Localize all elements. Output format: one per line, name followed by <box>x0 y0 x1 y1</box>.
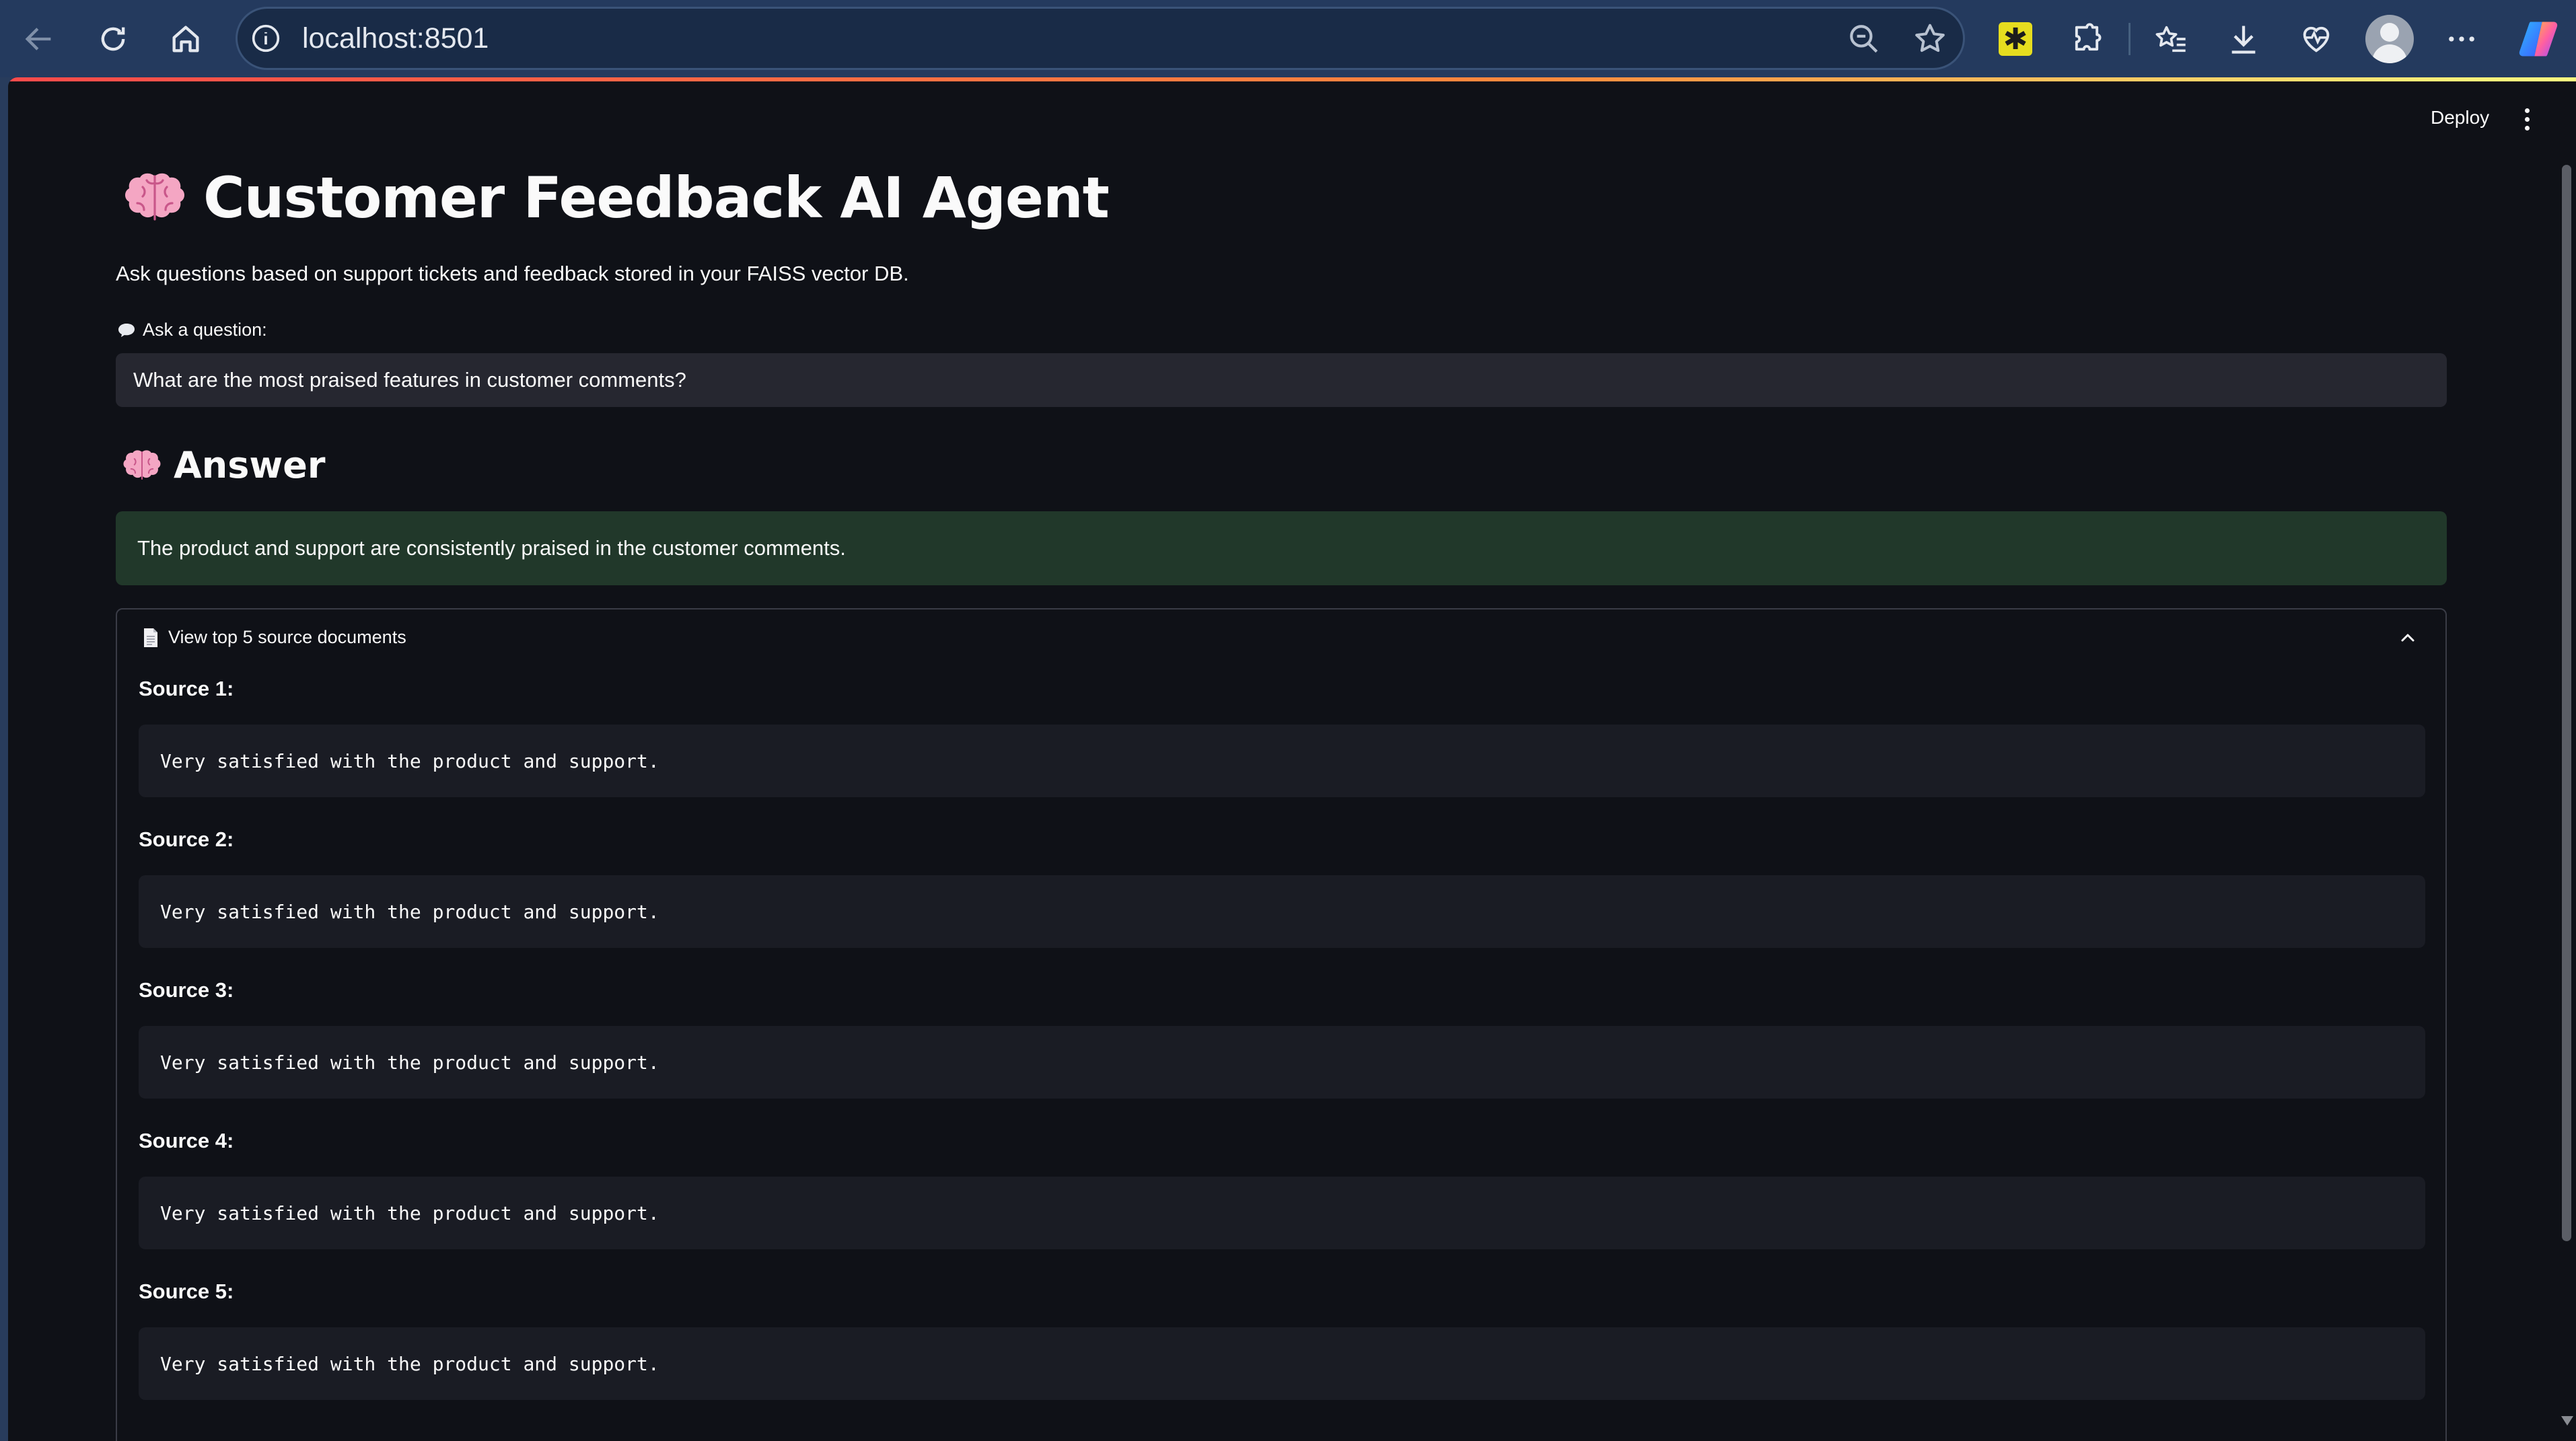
downloads-button[interactable] <box>2219 15 2268 63</box>
deploy-button[interactable]: Deploy <box>2431 107 2489 128</box>
back-button[interactable] <box>15 15 63 63</box>
app-page: Deploy Customer Feedback AI Agent Ask qu… <box>8 77 2576 1441</box>
zoom-out-icon[interactable] <box>1847 22 1881 56</box>
question-label: Ask a question: <box>117 320 267 340</box>
address-bar[interactable]: localhost:8501 <box>236 7 1965 70</box>
answer-heading: Answer <box>174 444 326 486</box>
back-arrow-icon <box>25 28 51 50</box>
title-row: Customer Feedback AI Agent <box>124 165 1110 231</box>
download-icon <box>2231 26 2256 54</box>
ellipsis-icon <box>2449 36 2474 42</box>
source-text: Very satisfied with the product and supp… <box>160 1051 659 1074</box>
scrollbar-thumb[interactable] <box>2562 165 2571 1241</box>
copilot-icon[interactable] <box>2515 16 2561 62</box>
sources-expander-label[interactable]: View top 5 source documents <box>168 627 406 648</box>
profile-avatar[interactable] <box>2365 15 2414 63</box>
source-text: Very satisfied with the product and supp… <box>160 900 659 923</box>
source-label: Source 2: <box>139 827 234 851</box>
source-label: Source 3: <box>139 978 234 1002</box>
more-menu-button[interactable] <box>2437 15 2486 63</box>
browser-toolbar: localhost:8501 ✱ <box>0 0 2576 77</box>
speech-bubble-icon <box>118 323 135 337</box>
answer-text: The product and support are consistently… <box>137 536 846 560</box>
source-label: Source 1: <box>139 677 234 700</box>
source-code-block: Very satisfied with the product and supp… <box>139 1177 2425 1249</box>
answer-heading-row: Answer <box>122 444 326 486</box>
page-title: Customer Feedback AI Agent <box>203 165 1110 231</box>
main-menu-icon[interactable] <box>2525 108 2532 131</box>
sources-expander: View top 5 source documents Source 1: Ve… <box>116 608 2447 1441</box>
chevron-up-icon[interactable] <box>2398 631 2417 644</box>
favorites-button[interactable] <box>2147 15 2195 63</box>
home-icon <box>172 26 199 52</box>
document-icon <box>144 628 157 647</box>
source-code-block: Very satisfied with the product and supp… <box>139 1026 2425 1099</box>
refresh-icon <box>101 27 125 51</box>
url-text[interactable]: localhost:8501 <box>302 22 489 55</box>
home-button[interactable] <box>162 15 210 63</box>
scroll-down-arrow[interactable] <box>2561 1416 2573 1426</box>
source-code-block: Very satisfied with the product and supp… <box>139 1327 2425 1400</box>
favorite-star-icon[interactable] <box>1912 21 1948 57</box>
source-label: Source 4: <box>139 1129 234 1152</box>
refresh-button[interactable] <box>89 15 137 63</box>
source-code-block: Very satisfied with the product and supp… <box>139 875 2425 948</box>
browser-essentials-button[interactable] <box>2292 15 2340 63</box>
source-text: Very satisfied with the product and supp… <box>160 1202 659 1224</box>
source-code-block: Very satisfied with the product and supp… <box>139 725 2425 797</box>
info-icon[interactable] <box>251 24 281 53</box>
question-label-text: Ask a question: <box>143 320 267 340</box>
source-text: Very satisfied with the product and supp… <box>160 1352 659 1375</box>
toolbar-separator <box>2128 23 2131 55</box>
heart-pulse-icon <box>2303 26 2330 52</box>
question-input[interactable] <box>116 353 2447 407</box>
header-decoration <box>8 77 2576 81</box>
source-text: Very satisfied with the product and supp… <box>160 749 659 772</box>
brain-icon <box>125 173 184 221</box>
brain-icon <box>123 449 161 480</box>
extension-asterisk-icon[interactable]: ✱ <box>1999 22 2032 56</box>
favorites-list-icon <box>2155 26 2186 52</box>
answer-success-box: The product and support are consistently… <box>116 511 2447 585</box>
source-label: Source 5: <box>139 1280 234 1303</box>
page-description: Ask questions based on support tickets a… <box>116 262 909 285</box>
extensions-button[interactable] <box>2063 15 2111 63</box>
sources-expander-header[interactable]: View top 5 source documents <box>117 609 2445 670</box>
puzzle-icon <box>2075 23 2102 51</box>
